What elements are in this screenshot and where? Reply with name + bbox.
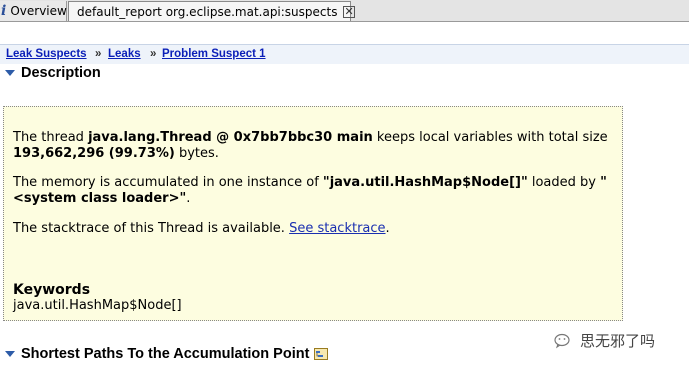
info-icon: i — [1, 3, 7, 19]
keywords-value: java.util.HashMap$Node[] — [13, 298, 182, 313]
accumulated-class: "java.util.HashMap$Node[]" — [322, 175, 528, 190]
editor-tab-bar: i Overview default_report org.eclipse.ma… — [0, 0, 689, 22]
open-in-tree-icon[interactable] — [314, 348, 329, 360]
section-shortest-paths-title: Shortest Paths To the Accumulation Point — [21, 346, 310, 362]
section-shortest-paths-toggle[interactable]: Shortest Paths To the Accumulation Point — [5, 346, 329, 362]
watermark: 思无邪了吗 — [554, 330, 655, 351]
stacktrace-text: The stacktrace of this Thread is availab… — [13, 221, 390, 236]
retained-size: 193,662,296 (99.73%) — [13, 146, 175, 161]
breadcrumb-problem-suspect-1[interactable]: Problem Suspect 1 — [162, 48, 266, 60]
close-icon[interactable]: ✕ — [343, 5, 355, 18]
wechat-icon — [554, 333, 570, 348]
breadcrumb-leak-suspects[interactable]: Leak Suspects — [6, 48, 87, 60]
thread-name: java.lang.Thread @ 0x7bb7bbc30 main — [88, 130, 373, 145]
tab-overview-label: Overview — [10, 4, 67, 18]
see-stacktrace-link[interactable]: See stacktrace — [289, 221, 385, 236]
thread-summary-text: The thread java.lang.Thread @ 0x7bb7bbc3… — [13, 130, 608, 161]
accumulation-text: The memory is accumulated in one instanc… — [13, 175, 607, 206]
section-description-title: Description — [21, 65, 101, 81]
description-panel: The thread java.lang.Thread @ 0x7bb7bbc3… — [3, 106, 623, 321]
breadcrumb-separator: » — [150, 48, 157, 60]
tab-default-report-label: default_report org.eclipse.mat.api:suspe… — [77, 4, 338, 19]
watermark-text: 思无邪了吗 — [580, 332, 656, 350]
breadcrumb: Leak Suspects » Leaks » Problem Suspect … — [0, 44, 689, 64]
keywords-heading: Keywords — [13, 282, 91, 298]
collapse-triangle-icon — [5, 70, 15, 76]
tab-overview[interactable]: i Overview — [0, 1, 67, 21]
breadcrumb-leaks[interactable]: Leaks — [108, 48, 141, 60]
collapse-triangle-icon — [5, 351, 15, 357]
tab-default-report[interactable]: default_report org.eclipse.mat.api:suspe… — [68, 1, 355, 21]
breadcrumb-separator: » — [95, 48, 102, 60]
section-description-toggle[interactable]: Description — [5, 65, 101, 81]
